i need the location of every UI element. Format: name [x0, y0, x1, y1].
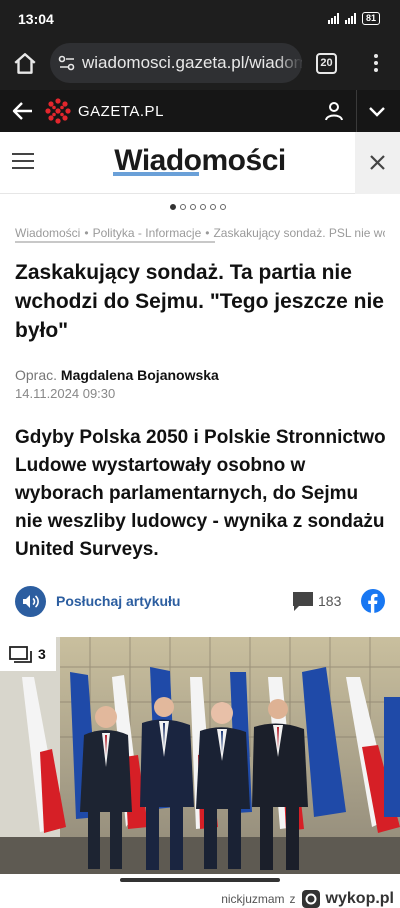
carousel-dots[interactable]: [170, 204, 226, 210]
breadcrumb-item-polityka[interactable]: Polityka - Informacje: [93, 226, 202, 240]
close-button[interactable]: [355, 132, 400, 194]
site-settings-icon[interactable]: [58, 55, 76, 71]
site-header: GAZETA.PL: [0, 90, 400, 132]
home-icon[interactable]: [12, 51, 38, 77]
address-bar[interactable]: wiadomosci.gazeta.pl/wiadomosci: [50, 43, 302, 83]
section-title[interactable]: Wiadomości: [0, 144, 400, 178]
breadcrumb-item-current: Zaskakujący sondaż. PSL nie wchodzi: [213, 226, 385, 240]
section-title-underline: [113, 172, 199, 176]
carousel-dot[interactable]: [220, 204, 226, 210]
gesture-bar[interactable]: [120, 878, 280, 882]
back-arrow-icon[interactable]: [12, 101, 34, 121]
status-icons: 81: [327, 12, 380, 25]
url-text: wiadomosci.gazeta.pl/wiadomosci: [82, 53, 302, 72]
breadcrumb: Wiadomości • Polityka - Informacje • Zaskaku…: [15, 226, 385, 240]
carousel-dot[interactable]: [210, 204, 216, 210]
carousel-dot[interactable]: [170, 204, 176, 210]
comment-icon[interactable]: [291, 589, 315, 613]
gallery-count: 3: [38, 646, 46, 662]
gallery-icon: [9, 646, 32, 663]
gallery-counter[interactable]: 3: [0, 637, 56, 671]
speaker-icon: [23, 595, 39, 608]
user-icon[interactable]: [323, 100, 345, 122]
photo-image: [0, 637, 400, 874]
author-name[interactable]: Magdalena Bojanowska: [61, 367, 219, 383]
watermark-site: wykop.pl: [325, 890, 394, 907]
watermark-z: z: [289, 892, 296, 906]
facebook-icon[interactable]: [361, 589, 385, 613]
gazeta-logo[interactable]: [45, 98, 71, 124]
chevron-down-icon[interactable]: [367, 102, 387, 120]
close-icon: [370, 155, 385, 170]
article-title: Zaskakujący sondaż. Ta partia nie wchodz…: [15, 261, 384, 342]
carousel-dot[interactable]: [190, 204, 196, 210]
breadcrumb-scroll-indicator: [15, 241, 215, 243]
browser-toolbar: wiadomosci.gazeta.pl/wiadomosci 20: [0, 38, 400, 90]
watermark-user: nickjuzmam: [221, 892, 285, 906]
author-line: Oprac. Magdalena Bojanowska: [15, 367, 219, 383]
listen-label[interactable]: Posłuchaj artykułu: [56, 593, 180, 609]
status-time: 13:04: [18, 11, 54, 27]
battery-icon: 81: [361, 12, 380, 25]
author-prefix: Oprac.: [15, 367, 58, 383]
signal-icon: [327, 13, 339, 24]
watermark: nickjuzmam z wykop.pl: [221, 889, 394, 908]
carousel-dot[interactable]: [180, 204, 186, 210]
site-name[interactable]: GAZETA.PL: [78, 103, 164, 120]
article-lead: Gdyby Polska 2050 i Polskie Stronnictwo …: [15, 427, 386, 560]
listen-button[interactable]: [15, 586, 46, 617]
status-bar: 13:04 81: [0, 0, 400, 38]
tabs-button[interactable]: 20: [316, 53, 337, 74]
comment-count[interactable]: 183: [318, 593, 341, 609]
signal-icon-2: [344, 13, 356, 24]
breadcrumb-item-wiadomosci[interactable]: Wiadomości: [15, 226, 80, 240]
publish-date: 14.11.2024 09:30: [15, 386, 116, 401]
section-header: Wiadomości: [0, 132, 400, 194]
carousel-dot[interactable]: [200, 204, 206, 210]
wykop-icon: [301, 890, 320, 908]
more-menu-icon[interactable]: [366, 52, 386, 76]
article-photo[interactable]: [0, 637, 400, 874]
